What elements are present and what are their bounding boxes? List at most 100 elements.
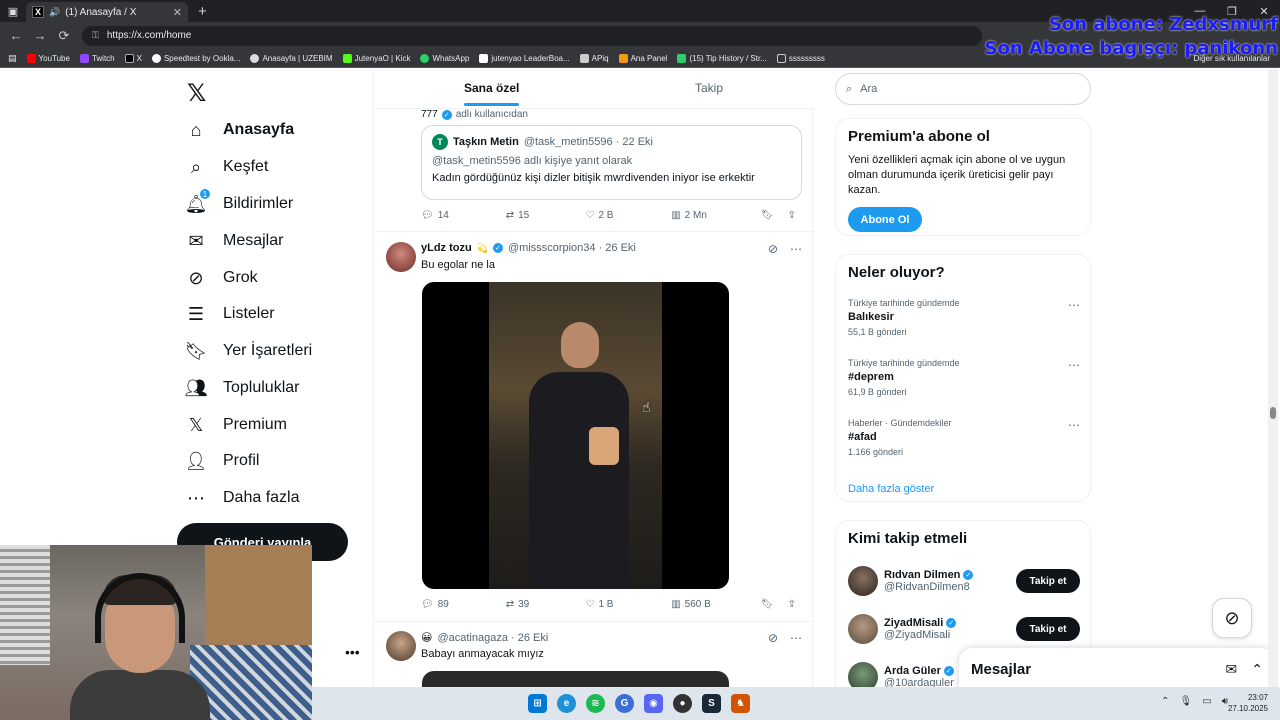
close-tab-icon[interactable]: ✕ (173, 6, 182, 19)
reply-button[interactable]: 💬︎ 14 (421, 210, 506, 221)
like-button[interactable]: ♡ 2 B (585, 210, 671, 221)
bookmark-icon[interactable]: 🔖︎ (761, 599, 774, 610)
bookmark-icon[interactable]: 🔖︎ (761, 210, 774, 221)
browser-tab[interactable]: X 🔊 (1) Anasayfa / X ✕ (26, 2, 188, 22)
tweet-media[interactable] (422, 671, 729, 687)
follow-button[interactable]: Takip et (1016, 617, 1080, 641)
author-handle[interactable]: @acatinagaza · 26 Eki (437, 632, 548, 644)
account-menu-icon[interactable]: ••• (345, 644, 360, 660)
author-handle[interactable]: @missscorpion34 · 26 Eki (508, 242, 636, 254)
follow-suggestion[interactable]: ZiyadMisali ✓ @ZiyadMisali Takip et (848, 613, 1080, 645)
bookmarks-menu-icon[interactable]: ▤ (8, 53, 17, 64)
nav-bookmarks[interactable]: 🔖︎ Yer İşaretleri (185, 336, 313, 366)
bookmark-x[interactable]: X (124, 53, 142, 63)
nav-explore[interactable]: ⌕ Keşfet (185, 152, 268, 182)
tab-menu-icon[interactable]: ▣ (0, 0, 26, 22)
tweet-video[interactable] (422, 282, 729, 589)
bookmark-leaderboard[interactable]: jutenyao LeaderBoa... (479, 53, 570, 63)
nav-messages[interactable]: ✉ Mesajlar (185, 226, 283, 256)
repost-button[interactable]: ⇄ 15 (506, 210, 586, 221)
bookmark-youtube[interactable]: YouTube (26, 53, 70, 63)
bookmark-uzebim[interactable]: Anasayfa | UZEBIM (250, 53, 333, 63)
obs-icon[interactable]: ● (673, 694, 692, 713)
nav-profile[interactable]: 👤︎ Profil (184, 446, 260, 476)
quoted-tweet[interactable]: T Taşkın Metin @task_metin5596 · 22 Eki … (421, 125, 802, 200)
reply-button[interactable]: 💬︎ 89 (421, 599, 506, 610)
heart-icon: ♡ (585, 210, 595, 221)
grok-icon[interactable]: ⊘ (768, 631, 778, 645)
more-icon[interactable]: ⋯ (1068, 298, 1080, 312)
search-input[interactable]: ⌕ Ara (835, 73, 1091, 105)
new-message-icon[interactable]: ✉ (1226, 661, 1238, 678)
trend-item[interactable]: Türkiye tarihinde gündemde Balıkesir 55,… (848, 298, 1080, 337)
share-icon[interactable]: ⇪ (788, 599, 796, 610)
edge-icon[interactable]: e (557, 694, 576, 713)
nav-notifications[interactable]: 🔔︎ 1 Bildirimler (185, 188, 293, 219)
tab-following[interactable]: Takip (695, 81, 723, 95)
steam-icon[interactable]: S (702, 694, 721, 713)
more-icon: ⋯ (187, 487, 205, 508)
more-icon[interactable]: ⋯ (790, 631, 802, 645)
site-info-icon[interactable]: ⚿ (92, 30, 99, 41)
bookmark-ana-panel[interactable]: Ana Panel (618, 53, 667, 63)
messages-drawer[interactable]: Mesajlar ✉ ⌃ (959, 648, 1275, 687)
trend-item[interactable]: Haberler · Gündemdekiler #afad 1.166 gön… (848, 418, 1080, 457)
views-button[interactable]: ▥ 2 Mn (671, 210, 761, 221)
trend-item[interactable]: Türkiye tarihinde gündemde #deprem 61,9 … (848, 358, 1080, 397)
nav-lists[interactable]: ☰ Listeler (185, 299, 275, 329)
show-more-link[interactable]: Daha fazla göster (848, 483, 934, 495)
author-name[interactable]: yLdz tozu (421, 242, 472, 254)
forward-icon[interactable]: → (28, 28, 52, 43)
reload-icon[interactable]: ⟳ (52, 28, 76, 44)
like-button[interactable]: ♡ 1 B (585, 599, 671, 610)
more-icon[interactable]: ⋯ (1068, 418, 1080, 432)
expand-icon[interactable]: ⌃ (1251, 661, 1263, 678)
more-icon[interactable]: ⋯ (790, 242, 802, 256)
verified-icon: ✓ (963, 570, 974, 580)
chart-icon: ▥ (671, 210, 681, 221)
bookmark-folder[interactable]: sssssssss (776, 53, 825, 63)
network-icon[interactable]: ▭ (1202, 696, 1211, 707)
notification-badge: 1 (199, 188, 211, 200)
discord-icon[interactable]: ◉ (644, 694, 663, 713)
nav-home[interactable]: ⌂ Anasayfa (185, 115, 295, 145)
share-icon[interactable]: ⇪ (788, 210, 796, 221)
bookmark-tip-history[interactable]: (15) Tip History / Str... (677, 53, 767, 63)
grok-icon[interactable]: ⊘ (768, 242, 778, 256)
back-icon[interactable]: ← (4, 28, 28, 43)
x-logo-icon[interactable]: 𝕏 (187, 79, 206, 108)
follow-button[interactable]: Takip et (1016, 569, 1080, 593)
nav-communities[interactable]: 👥︎ Topluluklar (185, 373, 300, 403)
bookmark-kick[interactable]: JutenyaO | Kick (342, 53, 410, 63)
grok-button[interactable]: ⊘ (1212, 598, 1252, 638)
browser-icon[interactable]: G (615, 694, 634, 713)
new-tab-icon[interactable]: + (198, 3, 207, 20)
bookmark-apiq[interactable]: APiq (579, 53, 609, 63)
bookmark-whatsapp[interactable]: WhatsApp (420, 53, 469, 63)
profile-icon: 👤︎ (184, 450, 208, 471)
grok-icon: ⊘ (188, 267, 204, 288)
chevron-up-icon[interactable]: ⌃ (1161, 696, 1169, 707)
views-button[interactable]: ▥ 560 B (671, 599, 761, 610)
nav-premium[interactable]: 𝕏 Premium (185, 410, 287, 440)
nav-grok[interactable]: ⊘ Grok (185, 263, 257, 293)
page-scrollbar[interactable] (1268, 69, 1278, 687)
bookmark-speedtest[interactable]: Speedtest by Ookla... (151, 53, 240, 63)
scrollbar-thumb[interactable] (1270, 407, 1276, 419)
subscribe-button[interactable]: Abone Ol (848, 207, 922, 232)
url-field[interactable]: ⚿ https://x.com/home (82, 25, 982, 46)
repost-button[interactable]: ⇄ 39 (506, 599, 586, 610)
microphone-icon[interactable]: 🎙︎ (1180, 696, 1193, 707)
bookmark-twitch[interactable]: Twitch (79, 53, 115, 63)
spotify-icon[interactable]: ≋ (586, 694, 605, 713)
more-icon[interactable]: ⋯ (1068, 358, 1080, 372)
speaker-icon[interactable]: 🔊 (49, 7, 60, 18)
tab-for-you[interactable]: Sana özel (464, 81, 520, 106)
avatar[interactable] (386, 242, 416, 272)
start-icon[interactable]: ⊞ (528, 694, 547, 713)
nav-more[interactable]: ⋯ Daha fazla (185, 483, 300, 513)
system-clock[interactable]: 23:07 27.10.2025 (1228, 692, 1268, 714)
game-icon[interactable]: ♞ (731, 694, 750, 713)
avatar[interactable] (386, 631, 416, 661)
follow-suggestion[interactable]: Rıdvan Dilmen ✓ @RidvanDilmen8 Takip et (848, 565, 1080, 597)
